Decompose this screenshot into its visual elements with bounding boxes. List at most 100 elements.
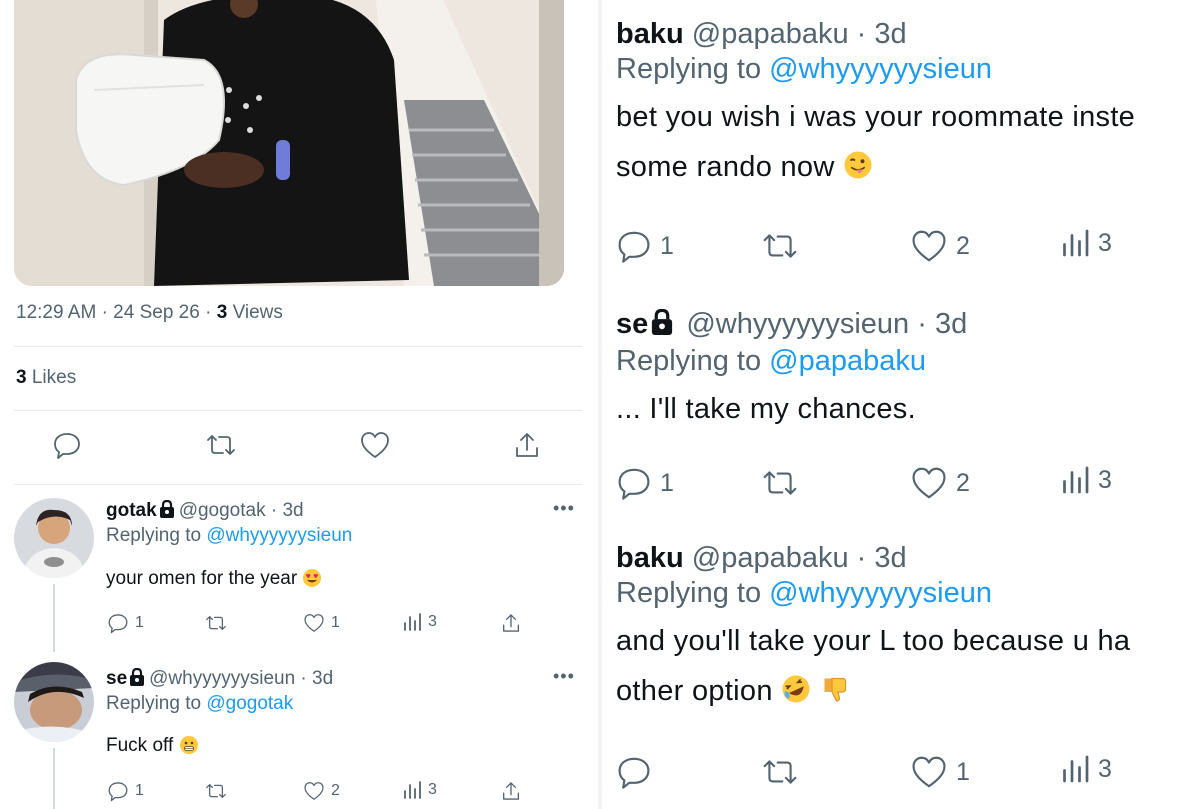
reply-handle[interactable]: @gogotak [179, 500, 266, 521]
like-icon [304, 782, 324, 800]
like-count: 2 [331, 782, 340, 799]
like-button[interactable]: 1 [910, 754, 970, 790]
views-button[interactable]: 3 [402, 612, 437, 632]
reply-body: some rando now [616, 151, 835, 183]
meta-separator: · [856, 18, 867, 50]
divider [14, 346, 582, 347]
photo-illustration [14, 0, 564, 286]
reply-button[interactable]: 1 [616, 228, 674, 264]
more-icon[interactable]: ••• [553, 666, 575, 687]
reply-author-name[interactable]: se [616, 308, 648, 340]
divider [14, 410, 582, 411]
retweet-icon [763, 760, 797, 784]
reply-age: 3d [874, 542, 907, 574]
retweet-button[interactable] [760, 228, 800, 264]
reply-handle[interactable]: @whyyyyyysieun [149, 668, 295, 689]
share-button[interactable] [500, 780, 522, 802]
reply-icon[interactable] [52, 430, 82, 465]
reply-count: 1 [660, 468, 674, 497]
lock-icon [650, 308, 674, 343]
reply-count: 1 [135, 782, 144, 799]
mention-link[interactable]: @papabaku [769, 345, 926, 377]
avatar[interactable] [14, 662, 94, 742]
reply-button[interactable]: 1 [616, 465, 674, 501]
mention-link[interactable]: @gogotak [206, 693, 293, 714]
reply-author-name[interactable]: baku [616, 18, 684, 50]
replying-to: Replying to @gogotak [106, 693, 293, 715]
retweet-icon[interactable] [204, 430, 238, 465]
views-button[interactable]: 3 [1060, 465, 1112, 495]
meta-separator: · [856, 542, 867, 574]
reply-button[interactable]: 1 [107, 612, 144, 634]
reply-age: 3d [934, 308, 968, 340]
reply-button[interactable]: 1 [107, 780, 144, 802]
reply-text: Fuck off [106, 735, 199, 761]
reply-header: gotak @gogotak · 3d [106, 499, 304, 524]
meta-separator: · [270, 500, 278, 521]
like-count: 2 [956, 468, 970, 497]
retweet-button[interactable] [204, 780, 228, 802]
share-icon[interactable] [512, 430, 542, 465]
views-icon [1063, 466, 1089, 494]
views-icon [404, 613, 421, 631]
like-count: 1 [331, 614, 340, 631]
like-icon [304, 614, 324, 632]
reply-item[interactable]: baku @papabaku · 3d Replying to @whyyyyy… [616, 18, 1200, 196]
reply-item[interactable]: se @whyyyyyysieun · 3d Replying to @papa… [616, 308, 1200, 434]
views-button[interactable]: 3 [402, 780, 437, 800]
replying-to: Replying to @papabaku [616, 345, 1200, 378]
reply-author-name[interactable]: gotak [106, 500, 157, 521]
reply-actions: 1 1 3 [0, 612, 600, 638]
retweet-button[interactable] [760, 754, 800, 790]
like-button[interactable]: 2 [910, 465, 970, 501]
likes-summary[interactable]: 3 Likes [16, 367, 76, 389]
lock-icon [159, 499, 175, 524]
reply-author-name[interactable]: se [106, 668, 127, 689]
reply-icon [108, 614, 128, 634]
reply-handle[interactable]: @papabaku [692, 18, 849, 50]
mention-link[interactable]: @whyyyyyysieun [769, 53, 992, 85]
like-icon[interactable] [359, 430, 391, 465]
like-count: 2 [956, 231, 970, 260]
reply-body-line: and you'll take your L too because u ha [616, 625, 1131, 657]
reply-actions: 1 2 3 [600, 465, 1200, 505]
replying-prefix: Replying to [106, 525, 202, 546]
views-count: 3 [216, 302, 228, 323]
avatar[interactable] [14, 498, 94, 578]
reply-handle[interactable]: @whyyyyyysieun [686, 308, 909, 340]
like-button[interactable]: 2 [303, 780, 340, 802]
replying-to: Replying to @whyyyyyysieun [106, 525, 352, 547]
tweet-photo[interactable] [14, 0, 564, 286]
reply-text: ... I'll take my chances. [616, 384, 1200, 434]
share-icon [503, 782, 519, 800]
reply-body-line-2: some rando now [616, 142, 1200, 196]
views-button[interactable]: 3 [1060, 754, 1112, 784]
like-button[interactable]: 1 [303, 612, 340, 634]
replying-prefix: Replying to [616, 53, 762, 85]
reply-button[interactable] [616, 754, 660, 790]
reply-age: 3d [312, 668, 334, 689]
views-button[interactable]: 3 [1060, 228, 1112, 258]
views-count: 3 [1098, 754, 1112, 783]
tongue-out-emoji-icon [843, 146, 873, 196]
reply-icon [108, 782, 128, 802]
mention-link[interactable]: @whyyyyyysieun [206, 525, 352, 546]
more-icon[interactable]: ••• [553, 498, 575, 519]
reply-item[interactable]: baku @papabaku · 3d Replying to @whyyyyy… [616, 542, 1200, 720]
retweet-button[interactable] [760, 465, 800, 501]
divider [14, 484, 582, 485]
reply-header: baku @papabaku · 3d [616, 542, 1200, 575]
reply-header: se @whyyyyyysieun · 3d [616, 308, 1200, 343]
reply-text: your omen for the year [106, 568, 322, 594]
tweet-meta: 12:29 AM · 24 Sep 26 · 3 Views [16, 302, 283, 324]
replying-prefix: Replying to [616, 577, 762, 609]
mention-link[interactable]: @whyyyyyysieun [769, 577, 992, 609]
reply-handle[interactable]: @papabaku [692, 542, 849, 574]
right-panel: baku @papabaku · 3d Replying to @whyyyyy… [600, 0, 1200, 809]
reply-header: baku @papabaku · 3d [616, 18, 1200, 51]
retweet-button[interactable] [204, 612, 228, 634]
reply-author-name[interactable]: baku [616, 542, 684, 574]
like-button[interactable]: 2 [910, 228, 970, 264]
replying-to: Replying to @whyyyyyysieun [616, 577, 1200, 610]
share-button[interactable] [500, 612, 522, 634]
